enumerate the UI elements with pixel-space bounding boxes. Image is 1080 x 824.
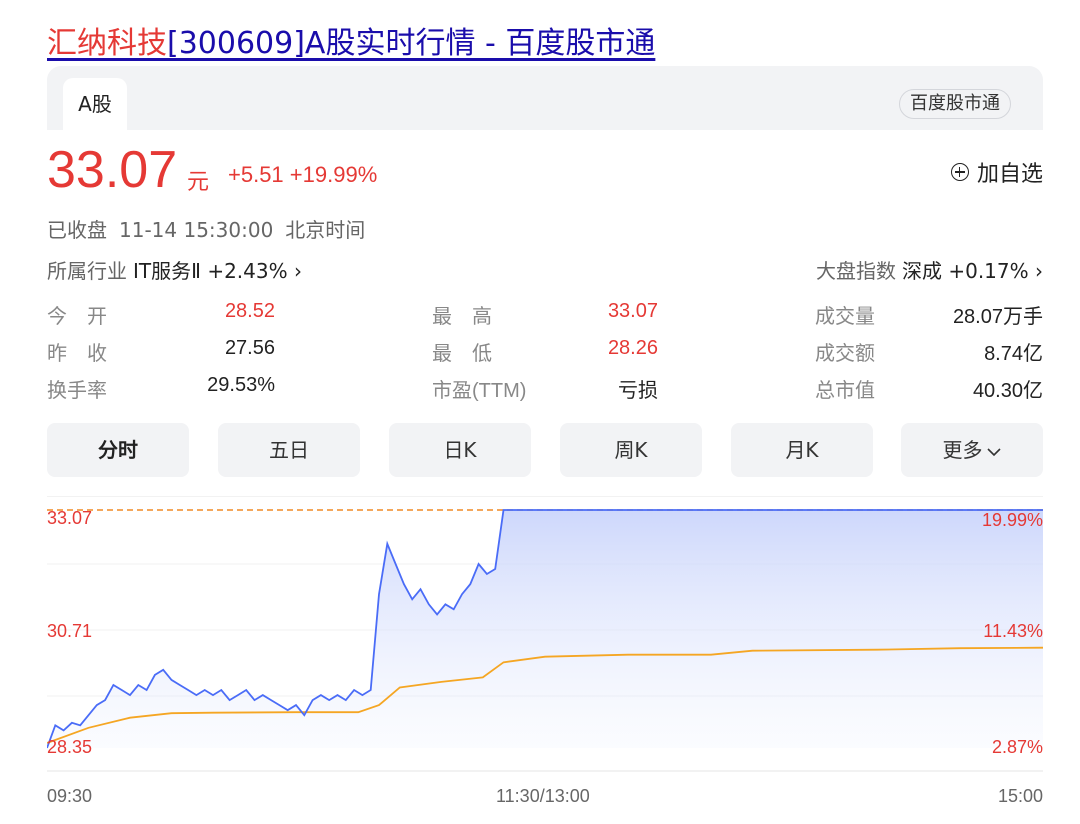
y-right-label-mid: 11.43% [983,621,1043,641]
more-label: 更多 [942,438,983,462]
stat-low-label: 最 低 [432,343,492,365]
period-button-monthly-k[interactable]: 月K [731,423,873,477]
current-price: 33.07 [47,141,178,199]
market-tab-bar: A股 百度股市通 [47,66,1043,130]
change-percent: +19.99% [289,162,378,187]
price-unit: 元 [187,170,210,195]
industry-value: IT服务Ⅱ +2.43% › [133,259,302,283]
page-title-rest: [300609]A股实时行情 - 百度股市通 [167,26,656,61]
period-button-weekly-k[interactable]: 周K [560,423,702,477]
status-zone: 北京时间 [285,218,366,242]
tab-a-share[interactable]: A股 [63,78,127,130]
stat-high-label: 最 高 [432,306,492,328]
stat-turnover-label: 换手率 [47,380,107,402]
period-button-intraday[interactable]: 分时 [47,423,189,477]
add-watchlist-button[interactable]: 加自选 [950,156,1043,188]
intraday-chart[interactable] [47,496,1043,774]
trade-status: 已收盘 11-14 15:30:00 北京时间 [47,214,377,243]
change-amount: +5.51 [228,162,284,187]
chevron-down-icon [986,447,1001,456]
stat-volume-label: 成交量 [815,306,875,328]
add-watchlist-label: 加自选 [976,162,1043,187]
stat-pe-value: 亏损 [618,380,658,402]
stock-name-highlight: 汇纳科技 [47,26,167,61]
y-label-high: 33.07 [47,508,93,528]
stat-high-value: 33.07 [607,300,658,322]
stat-open-value: 28.52 [224,300,275,322]
stat-volume-value: 28.07万手 [952,306,1043,328]
stat-amount-label: 成交额 [815,343,875,365]
stat-prev-close-value: 27.56 [224,337,275,359]
y-label-mid: 30.71 [47,621,93,641]
brand-badge[interactable]: 百度股市通 [899,89,1011,119]
period-button-5day[interactable]: 五日 [218,423,360,477]
stat-amount-value: 8.74亿 [984,343,1043,365]
period-button-daily-k[interactable]: 日K [389,423,531,477]
stat-mktcap-value: 40.30亿 [972,380,1043,402]
y-label-low: 28.35 [47,737,93,757]
stat-low-value: 28.26 [607,337,658,359]
x-label-close: 15:00 [997,786,1043,806]
plus-circle-icon [950,163,969,181]
market-index-label: 大盘指数 [815,259,896,283]
stat-turnover-value: 29.53% [207,374,275,396]
industry-label: 所属行业 [47,259,127,283]
y-right-label-low: 2.87% [991,737,1043,757]
period-button-more[interactable]: 更多 [901,423,1043,477]
y-right-label-high: 19.99% [981,510,1043,530]
x-label-midday: 11:30/13:00 [496,786,590,806]
market-index-value: 深成 +0.17% › [901,259,1043,283]
status-state: 已收盘 [47,218,107,242]
industry-link[interactable]: 所属行业 IT服务Ⅱ +2.43% › [47,255,302,284]
x-label-open: 09:30 [47,786,93,806]
stat-prev-close-label: 昨 收 [47,343,107,365]
stat-pe-label: 市盈(TTM) [432,380,527,402]
stat-open-label: 今 开 [47,306,107,328]
stat-mktcap-label: 总市值 [815,380,875,402]
market-index-link[interactable]: 大盘指数 深成 +0.17% › [816,255,1043,284]
status-time: 11-14 15:30:00 [119,218,274,242]
price-change: +5.51 +19.99% [228,162,377,188]
page-title-link[interactable]: 汇纳科技[300609]A股实时行情 - 百度股市通 [47,18,655,62]
